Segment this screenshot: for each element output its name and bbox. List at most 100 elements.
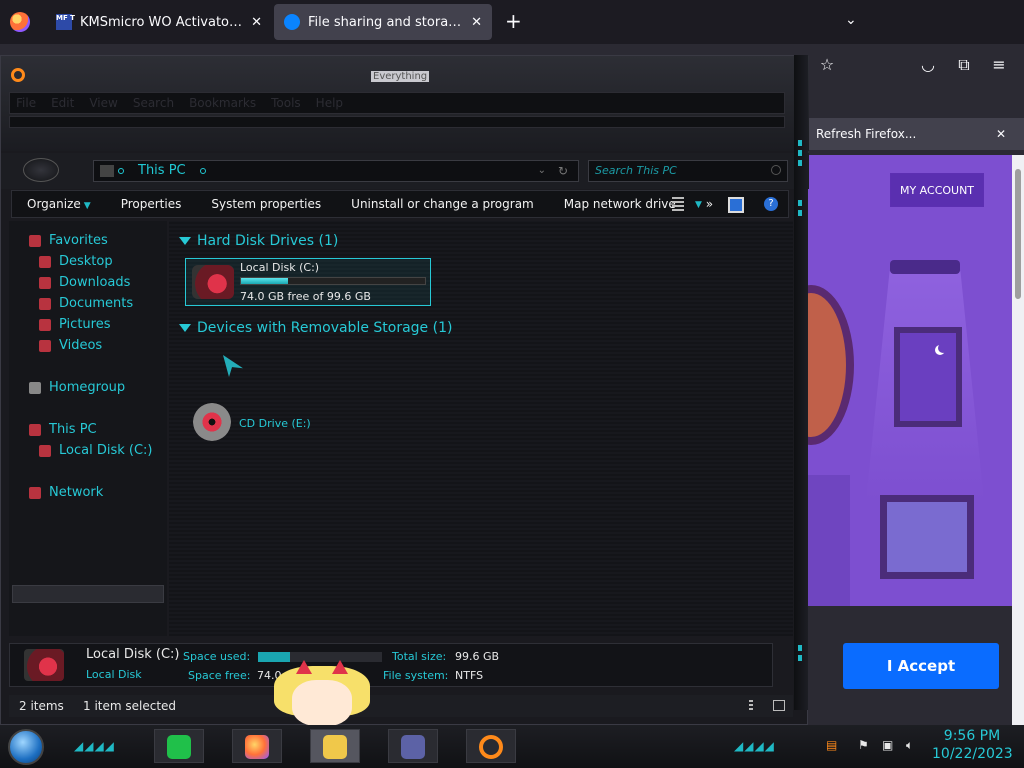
nav-label: Downloads bbox=[59, 275, 131, 290]
tray-app-icon[interactable]: ▤ bbox=[826, 738, 837, 752]
address-bar[interactable]: This PC ⌄ ↻ bbox=[93, 160, 579, 182]
menu-icon[interactable]: ≡ bbox=[988, 54, 1010, 76]
help-icon[interactable]: ? bbox=[764, 197, 778, 211]
nav-label: Pictures bbox=[59, 317, 111, 332]
everything-search-icon bbox=[11, 68, 25, 82]
refresh-firefox-notification[interactable]: Refresh Firefox... ✕ bbox=[806, 118, 1024, 150]
taskbar-decoration: ◢◢◢◢ bbox=[74, 739, 115, 753]
my-account-button[interactable]: MY ACCOUNT bbox=[890, 173, 984, 207]
tab-close-icon[interactable]: ✕ bbox=[251, 15, 262, 30]
volume-icon[interactable]: 🔈︎ bbox=[906, 738, 913, 753]
menu-tools[interactable]: Tools bbox=[271, 96, 301, 110]
group-hard-disk-drives[interactable]: Hard Disk Drives (1) bbox=[179, 233, 338, 249]
collapse-chevron-icon[interactable] bbox=[179, 324, 191, 332]
menu-bookmarks[interactable]: Bookmarks bbox=[189, 96, 256, 110]
map-network-drive-button[interactable]: Map network drive bbox=[549, 197, 691, 211]
back-forward-button[interactable] bbox=[23, 158, 59, 182]
pocket-icon[interactable]: ◡ bbox=[917, 54, 939, 76]
file-list: Hard Disk Drives (1) Local Disk (C:) 74.… bbox=[169, 221, 793, 636]
videos-icon bbox=[39, 340, 51, 352]
network-icon[interactable]: ▣ bbox=[882, 738, 893, 752]
view-dropdown-icon[interactable]: ▼ bbox=[695, 197, 711, 213]
status-bar: 2 items 1 item selected bbox=[9, 695, 793, 717]
browser-toolbar: ☆ ◡ ⧉ ≡ bbox=[800, 44, 1024, 86]
nav-label: Homegroup bbox=[49, 380, 126, 395]
tab-favicon-icon bbox=[284, 14, 300, 30]
organize-button[interactable]: Organize ▼ bbox=[12, 197, 106, 211]
desktop: MF T KMSmicro WO Activator for offi ✕ Fi… bbox=[0, 0, 1024, 768]
page-scrollbar[interactable] bbox=[1012, 155, 1024, 725]
organize-label: Organize bbox=[27, 197, 81, 211]
nav-selection-highlight bbox=[12, 585, 164, 603]
breadcrumb-this-pc[interactable]: This PC bbox=[138, 161, 186, 181]
close-icon[interactable]: ✕ bbox=[996, 118, 1006, 150]
preview-pane-icon[interactable] bbox=[728, 197, 744, 213]
notes-icon bbox=[167, 735, 191, 759]
clock[interactable]: 9:56 PM 10/22/2023 bbox=[932, 727, 1013, 763]
card-icon bbox=[401, 735, 425, 759]
nav-label: Documents bbox=[59, 296, 134, 311]
tiles-view-icon[interactable] bbox=[773, 700, 785, 711]
desktop-icon bbox=[39, 256, 51, 268]
homegroup-icon bbox=[29, 382, 41, 394]
accept-button[interactable]: I Accept bbox=[843, 643, 999, 689]
documents-icon bbox=[39, 298, 51, 310]
firefox-view-icon[interactable] bbox=[10, 12, 30, 32]
chevron-down-icon[interactable]: ⌄ bbox=[538, 161, 546, 181]
taskbar-search[interactable] bbox=[466, 729, 516, 763]
mascot-face bbox=[292, 680, 352, 726]
file-explorer-icon bbox=[323, 735, 347, 759]
group-removable-storage[interactable]: Devices with Removable Storage (1) bbox=[179, 320, 452, 336]
menu-search[interactable]: Search bbox=[133, 96, 174, 110]
view-options-icon[interactable] bbox=[672, 197, 684, 213]
menu-edit[interactable]: Edit bbox=[51, 96, 74, 110]
tab-title: File sharing and storage made s bbox=[308, 14, 465, 30]
list-tabs-chevron-icon[interactable]: ⌄ bbox=[845, 12, 857, 28]
tab-file-sharing[interactable]: File sharing and storage made s ✕ bbox=[274, 4, 492, 40]
space-used-label: Space used: bbox=[183, 650, 251, 663]
menu-file[interactable]: File bbox=[16, 96, 36, 110]
toolbar-strip bbox=[9, 116, 785, 128]
tab-kmsmicro[interactable]: MF T KMSmicro WO Activator for offi ✕ bbox=[46, 4, 272, 40]
hard-drive-icon bbox=[192, 265, 234, 299]
system-properties-button[interactable]: System properties bbox=[196, 197, 336, 211]
menu-view[interactable]: View bbox=[89, 96, 117, 110]
clock-date: 10/22/2023 bbox=[932, 746, 1013, 762]
refresh-icon[interactable]: ↻ bbox=[558, 161, 568, 181]
scrollbar-thumb[interactable] bbox=[1015, 169, 1021, 299]
pictures-icon bbox=[39, 319, 51, 331]
start-button[interactable] bbox=[8, 729, 44, 765]
flag-icon[interactable]: ⚑ bbox=[858, 738, 869, 752]
command-bar: Organize ▼ Properties System properties U… bbox=[11, 190, 789, 218]
new-tab-button[interactable]: + bbox=[505, 10, 525, 34]
menu-help[interactable]: Help bbox=[316, 96, 343, 110]
ship-picture bbox=[880, 495, 974, 579]
drive-usage-fill bbox=[241, 278, 289, 284]
uninstall-program-button[interactable]: Uninstall or change a program bbox=[336, 197, 549, 211]
breadcrumb-arrow-icon[interactable] bbox=[200, 168, 206, 174]
local-disk-c-tile[interactable]: Local Disk (C:) 74.0 GB free of 99.6 GB bbox=[185, 258, 431, 306]
cd-drive-icon[interactable] bbox=[193, 403, 231, 441]
search-input[interactable]: Search This PC bbox=[588, 160, 788, 182]
search-icon bbox=[771, 165, 781, 175]
nav-label: Local Disk (C:) bbox=[59, 443, 153, 458]
file-system-label: File system: bbox=[383, 669, 449, 682]
drive-name: Local Disk (C:) bbox=[240, 261, 320, 274]
taskbar-card[interactable] bbox=[388, 729, 438, 763]
collapse-chevron-icon[interactable] bbox=[179, 237, 191, 245]
tab-close-icon[interactable]: ✕ bbox=[471, 15, 482, 30]
extensions-icon[interactable]: ⧉ bbox=[953, 54, 975, 76]
details-view-icon[interactable] bbox=[749, 700, 753, 712]
desktop-mascot bbox=[262, 660, 374, 728]
taskbar-firefox[interactable] bbox=[232, 729, 282, 763]
cd-drive-label[interactable]: CD Drive (E:) bbox=[239, 417, 311, 430]
explorer-header: Everything File Edit View Search Bookmar… bbox=[1, 56, 809, 151]
taskbar-file-explorer[interactable] bbox=[310, 729, 360, 763]
notification-text: Refresh Firefox... bbox=[816, 127, 917, 141]
breadcrumb-arrow-icon[interactable] bbox=[118, 168, 124, 174]
star-icon[interactable]: ☆ bbox=[816, 54, 838, 76]
navigation-pane: Favorites Desktop Downloads Documents Pi… bbox=[9, 221, 167, 636]
moon-picture bbox=[894, 327, 962, 427]
taskbar-notes[interactable] bbox=[154, 729, 204, 763]
properties-button[interactable]: Properties bbox=[106, 197, 197, 211]
